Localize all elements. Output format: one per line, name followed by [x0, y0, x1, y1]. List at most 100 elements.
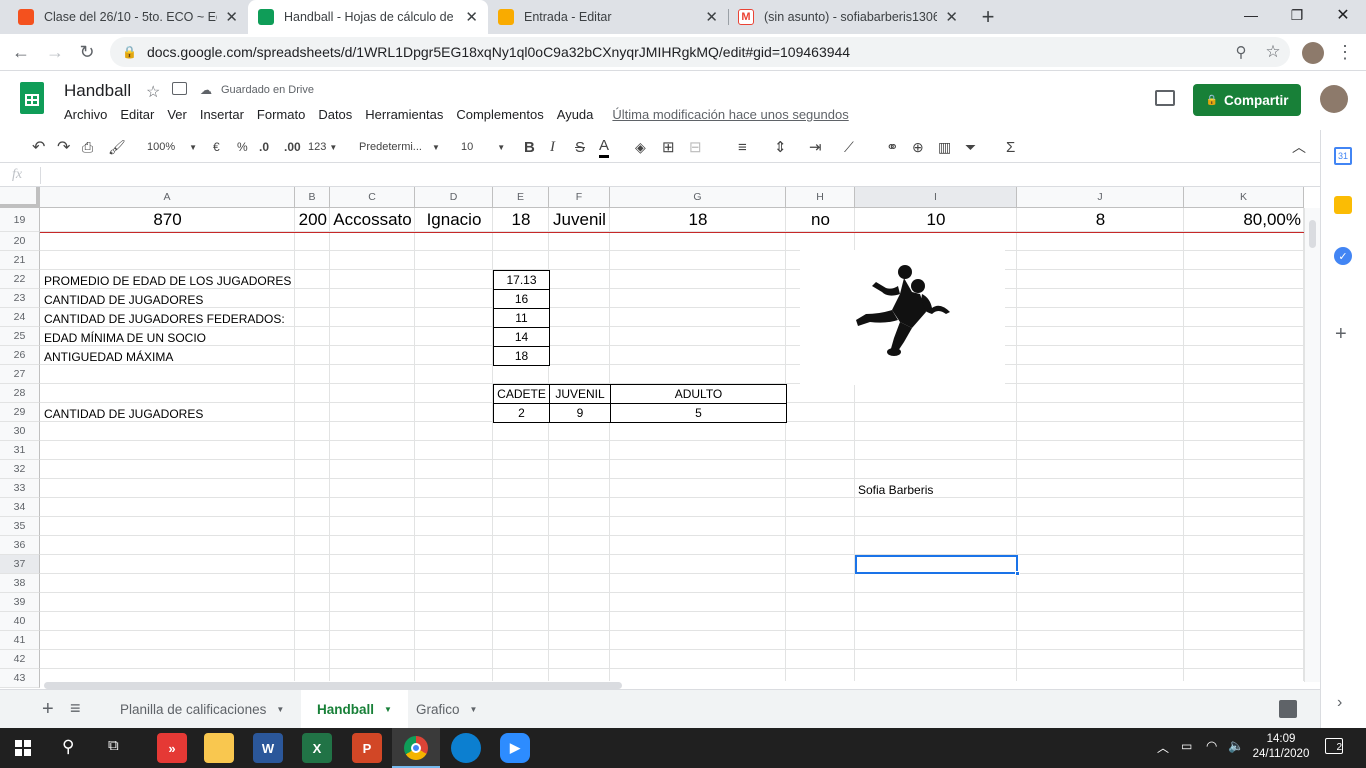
row-header-41[interactable]: 41 [0, 631, 40, 650]
strikethrough-button[interactable]: S [575, 136, 585, 158]
sheets-logo-icon[interactable] [20, 82, 44, 114]
category-header-cadete[interactable]: CADETE [493, 384, 550, 404]
row19-cell-c[interactable]: Accossato [330, 208, 415, 232]
task-view-icon[interactable]: ⧉ [108, 737, 119, 754]
row-header-42[interactable]: 42 [0, 650, 40, 669]
redo-icon[interactable]: ↷ [57, 136, 70, 158]
stat-value-cell[interactable]: 18 [493, 346, 550, 366]
font-size-select[interactable]: 10 ▼ [461, 136, 505, 158]
row-header-28[interactable]: 28 [0, 384, 40, 403]
column-header-i[interactable]: I [855, 187, 1017, 208]
row19-cell-h[interactable]: no [786, 208, 855, 232]
browser-tab[interactable]: Entrada - Editar ✕ [488, 0, 728, 34]
row-header-40[interactable]: 40 [0, 612, 40, 631]
row-header-23[interactable]: 23 [0, 289, 40, 308]
account-avatar[interactable] [1320, 85, 1348, 113]
column-header-d[interactable]: D [415, 187, 493, 208]
column-header-c[interactable]: C [330, 187, 415, 208]
menu-ver[interactable]: Ver [167, 107, 187, 122]
search-icon[interactable]: ⚲ [62, 737, 74, 757]
functions-icon[interactable]: Σ [1006, 136, 1015, 158]
row-header-24[interactable]: 24 [0, 308, 40, 327]
menu-datos[interactable]: Datos [318, 107, 352, 122]
row-header-29[interactable]: 29 [0, 403, 40, 422]
last-edit-link[interactable]: Última modificación hace unos segundos [612, 107, 848, 122]
link-icon[interactable]: ⚭ [886, 136, 899, 158]
close-window-icon[interactable]: ✕ [1320, 0, 1366, 30]
url-input[interactable]: 🔒 docs.google.com/spreadsheets/d/1WRL1Dp… [110, 37, 1290, 67]
chart-icon[interactable]: ▥ [938, 136, 951, 158]
edge-icon[interactable] [451, 733, 481, 763]
handball-player-image[interactable] [800, 250, 1005, 385]
browser-tab-active[interactable]: Handball - Hojas de cálculo de G ✕ [248, 0, 488, 34]
minimize-icon[interactable]: — [1228, 0, 1274, 30]
column-header-h[interactable]: H [786, 187, 855, 208]
menu-editar[interactable]: Editar [120, 107, 154, 122]
tasks-icon[interactable]: ✓ [1334, 247, 1352, 265]
row-header-39[interactable]: 39 [0, 593, 40, 612]
all-sheets-icon[interactable]: ≡ [70, 698, 81, 719]
row-header-25[interactable]: 25 [0, 327, 40, 346]
row19-cell-g[interactable]: 18 [610, 208, 786, 232]
row-header-32[interactable]: 32 [0, 460, 40, 479]
stat-value-cell[interactable]: 11 [493, 308, 550, 328]
undo-icon[interactable]: ↶ [32, 136, 45, 158]
row-header-33[interactable]: 33 [0, 479, 40, 498]
currency-format-button[interactable]: € [213, 136, 220, 158]
restore-icon[interactable]: ❐ [1274, 0, 1320, 30]
select-all-corner[interactable] [0, 187, 40, 208]
row-header-27[interactable]: 27 [0, 365, 40, 384]
menu-ayuda[interactable]: Ayuda [557, 107, 594, 122]
wifi-icon[interactable]: ◠ [1206, 738, 1217, 754]
menu-insertar[interactable]: Insertar [200, 107, 244, 122]
fill-handle[interactable] [1015, 571, 1020, 576]
vertical-scroll-thumb[interactable] [1309, 220, 1316, 248]
browser-tab[interactable]: M (sin asunto) - sofiabarberis13060 ✕ [728, 0, 968, 34]
stat-value-cell[interactable]: 16 [493, 289, 550, 309]
share-button[interactable]: 🔒 Compartir [1193, 84, 1301, 116]
powerpoint-icon[interactable]: P [352, 733, 382, 763]
keep-icon[interactable] [1334, 196, 1352, 214]
row-header-21[interactable]: 21 [0, 251, 40, 270]
horizontal-scrollbar[interactable] [40, 681, 1304, 689]
vertical-align-icon[interactable]: ⇕ [774, 136, 787, 158]
calendar-icon[interactable]: 31 [1334, 147, 1352, 165]
row19-cell-d[interactable]: Ignacio [415, 208, 493, 232]
row-header-38[interactable]: 38 [0, 574, 40, 593]
sheet-tab[interactable]: Planilla de calificaciones ▼ [104, 690, 300, 729]
chrome-taskbar-active[interactable] [392, 728, 440, 768]
move-folder-icon[interactable] [172, 82, 187, 95]
file-explorer-icon[interactable] [204, 733, 234, 763]
zoom-icon[interactable]: ⚲ [1226, 37, 1256, 67]
horizontal-scroll-thumb[interactable] [44, 682, 622, 689]
row-header-22[interactable]: 22 [0, 270, 40, 289]
volume-icon[interactable]: 🔈 [1228, 738, 1244, 754]
sheet-tab[interactable]: Grafico ▼ [400, 690, 493, 729]
close-tab-icon[interactable]: ✕ [705, 8, 718, 26]
close-tab-icon[interactable]: ✕ [945, 8, 958, 26]
windows-start-icon[interactable] [15, 740, 31, 756]
row19-cell-e[interactable]: 18 [493, 208, 549, 232]
row-header-43[interactable]: 43 [0, 669, 40, 688]
menu-herramientas[interactable]: Herramientas [365, 107, 443, 122]
excel-icon[interactable]: X [302, 733, 332, 763]
row19-cell-j[interactable]: 8 [1017, 208, 1184, 232]
menu-complementos[interactable]: Complementos [456, 107, 543, 122]
column-header-k[interactable]: K [1184, 187, 1304, 208]
merge-cells-icon[interactable]: ⊟ [689, 136, 702, 158]
decrease-decimals-button[interactable]: .0 [259, 136, 269, 158]
print-icon[interactable]: ⎙ [82, 136, 93, 158]
column-header-j[interactable]: J [1017, 187, 1184, 208]
zoom-select[interactable]: 100% ▼ [147, 136, 197, 158]
text-color-button[interactable]: A [599, 136, 610, 158]
zoom-app-icon[interactable]: ▶ [500, 733, 530, 763]
back-icon[interactable]: ← [6, 37, 36, 67]
bold-button[interactable]: B [524, 136, 535, 158]
paint-format-icon[interactable]: 🖌 [108, 136, 126, 158]
comments-icon[interactable] [1155, 90, 1175, 106]
column-header-g[interactable]: G [610, 187, 786, 208]
sheet-tab-active[interactable]: Handball ▼ [301, 690, 408, 729]
row-header-30[interactable]: 30 [0, 422, 40, 441]
category-value-cell[interactable]: 9 [549, 403, 611, 423]
category-value-cell[interactable]: 2 [493, 403, 550, 423]
